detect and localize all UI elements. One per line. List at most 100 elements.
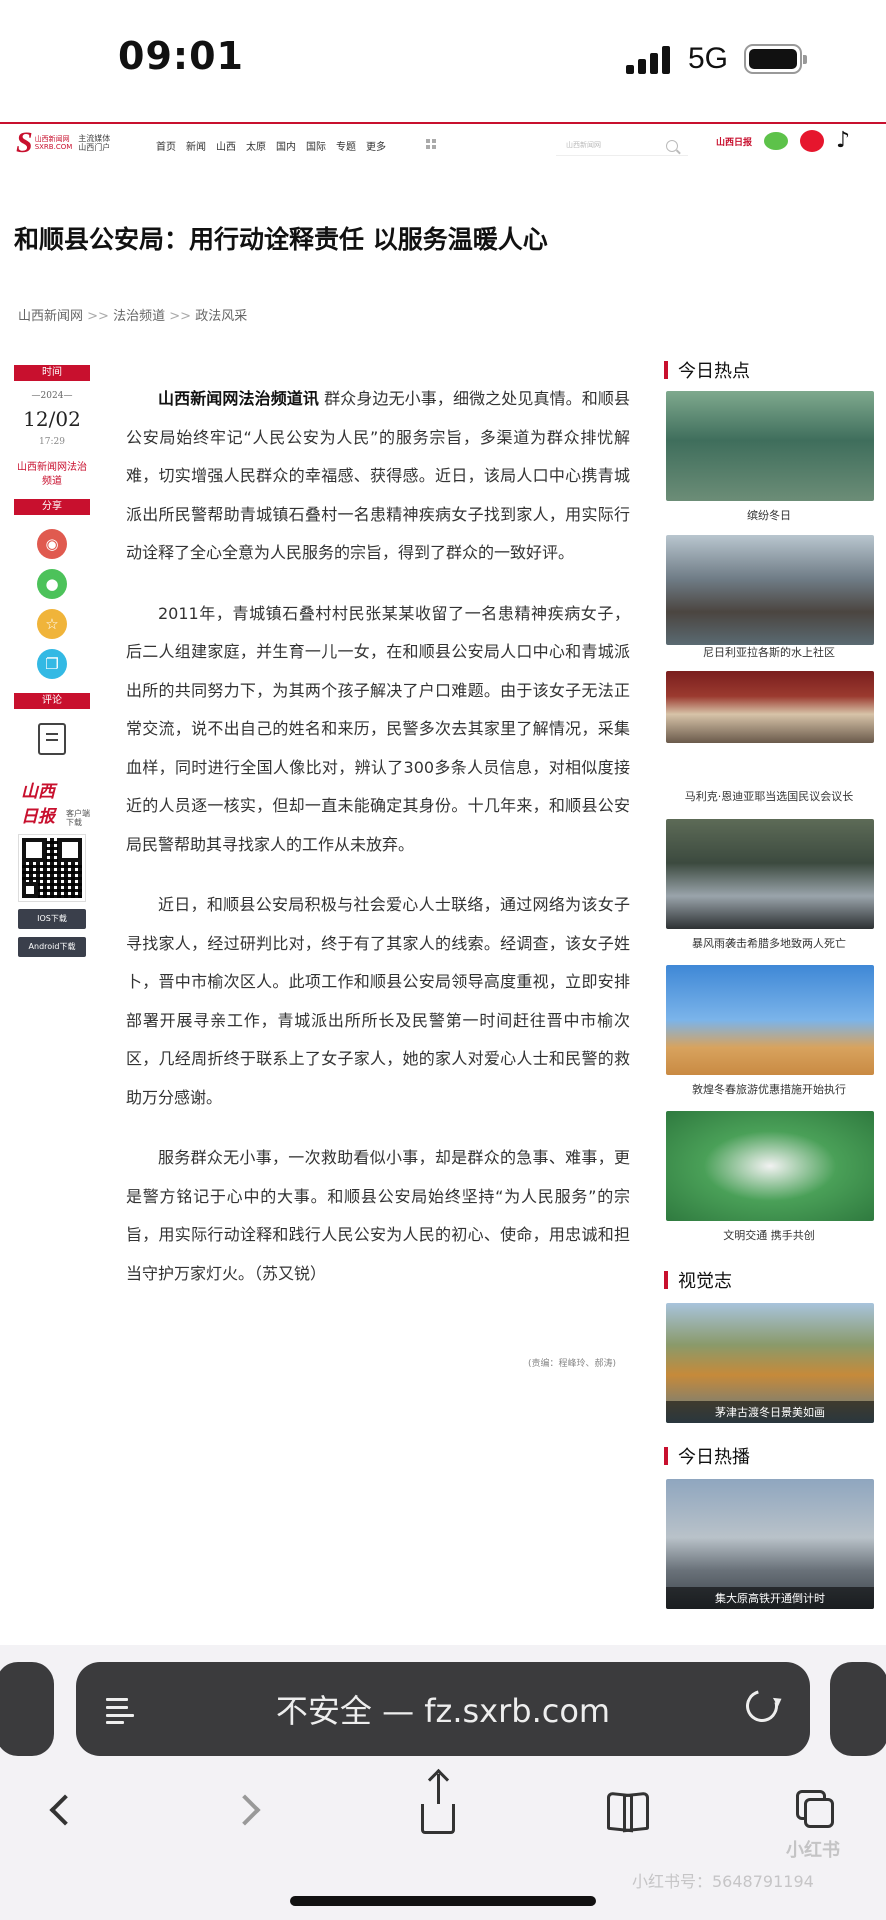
home-indicator[interactable] (290, 1896, 596, 1906)
nav-more[interactable]: 更多 (366, 138, 386, 153)
weibo-icon[interactable] (800, 130, 825, 152)
weibo-share-icon[interactable]: ◉ (37, 529, 67, 559)
nav-home[interactable]: 首页 (156, 138, 176, 153)
favorite-star-icon[interactable]: ☆ (37, 609, 67, 639)
hot-item-caption: 敦煌冬春旅游优惠措施开始执行 (692, 1083, 846, 1096)
android-download-button[interactable]: Android下载 (18, 937, 86, 957)
back-chevron-icon (49, 1794, 81, 1826)
wechat-share-icon[interactable]: ● (37, 569, 67, 599)
publish-date: 12/02 (23, 407, 81, 431)
share-icon (421, 1774, 455, 1834)
copy-link-icon[interactable]: ❐ (37, 649, 67, 679)
article-source[interactable]: 山西新闻网法治频道 (14, 461, 90, 489)
tabs-button[interactable] (786, 1782, 846, 1838)
hot-section-title: 今日热点 (664, 355, 874, 385)
nav-domestic[interactable]: 国内 (276, 138, 296, 153)
site-logo[interactable]: S 山西新闻网 SXRB.COM 主流媒体 山西门户 (16, 126, 111, 159)
app-brand-logo: 山西日报 (21, 782, 55, 827)
back-button[interactable] (30, 1782, 90, 1838)
article-editor: (责编：程峰玲、郝涛) (528, 1359, 617, 1369)
breadcrumb-section[interactable]: 政法风采 (195, 309, 247, 324)
paragraph-text: 群众身边无小事，细微之处见真情。和顺县公安局始终牢记“人民公安为人民”的服务宗旨… (126, 389, 630, 562)
breadcrumb: 山西新闻网 >> 法治频道 >> 政法风采 (18, 305, 247, 324)
hot-item-caption: 暴风雨袭击希腊多地致两人死亡 (692, 937, 846, 950)
hot-item-caption: 文明交通 携手共创 (723, 1229, 815, 1242)
comment-edit-icon[interactable] (38, 723, 66, 755)
article-paragraph: 山西新闻网法治频道讯 群众身边无小事，细微之处见真情。和顺县公安局始终牢记“人民… (126, 380, 630, 573)
watermark-logo: 小红书 (786, 1840, 840, 1861)
article-paragraph: 2011年，青城镇石叠村村民张某某收留了一名患精神疾病女子，后二人组建家庭，并生… (126, 603, 630, 854)
tabs-overview-icon (796, 1790, 836, 1830)
browser-toolbar (0, 1770, 886, 1850)
site-nav: 首页 新闻 山西 太原 国内 国际 专题 更多 (156, 138, 386, 153)
broadcast-item[interactable]: 集大原高铁开通倒计时 (664, 1479, 874, 1609)
article-title: 和顺县公安局：用行动诠释责任 以服务温暖人心 (14, 225, 548, 254)
hot-item[interactable]: 缤纷冬日 (664, 391, 874, 535)
broadcast-item-caption: 集大原高铁开通倒计时 (666, 1587, 874, 1609)
hot-item-image (666, 535, 874, 645)
cellular-signal-icon (626, 46, 670, 74)
bookmarks-button[interactable] (598, 1782, 658, 1838)
hot-item[interactable]: 暴风雨袭击希腊多地致两人死亡 (664, 819, 874, 965)
sidebar: 今日热点 缤纷冬日 尼日利亚拉各斯的水上社区 马利克·恩迪亚耶当选国民议会议长 … (664, 355, 874, 1609)
app-promo-brand: 山西日报 客户端 下载 (14, 777, 90, 827)
article-paragraph: 服务群众无小事，一次救助看似小事，却是群众的急事、难事，更是警方铭记于心中的大事… (126, 1148, 630, 1283)
grid-menu-icon[interactable] (426, 139, 436, 149)
breadcrumb-separator: >> (87, 309, 109, 324)
hot-item-image (666, 391, 874, 501)
status-bar: 09:01 5G (0, 0, 886, 122)
time-label: 时间 (14, 365, 90, 381)
network-type: 5G (688, 42, 729, 75)
hot-item-image (666, 1111, 874, 1221)
forward-chevron-icon (229, 1794, 261, 1826)
hot-item[interactable]: 文明交通 携手共创 (664, 1111, 874, 1265)
nav-shanxi[interactable]: 山西 (216, 138, 236, 153)
hot-item-image (666, 819, 874, 929)
vision-item[interactable]: 茅津古渡冬日景美如画 (664, 1303, 874, 1423)
share-button[interactable] (408, 1774, 468, 1838)
previous-tab-preview[interactable] (0, 1662, 54, 1756)
nav-taiyuan[interactable]: 太原 (246, 138, 266, 153)
broadcast-item-image: 集大原高铁开通倒计时 (666, 1479, 874, 1609)
hot-item-caption: 缤纷冬日 (747, 509, 791, 522)
breadcrumb-site[interactable]: 山西新闻网 (18, 309, 83, 324)
hot-item-caption: 马利克·恩迪亚耶当选国民议会议长 (684, 790, 854, 803)
article-paragraph: 近日，和顺县公安局积极与社会爱心人士联络，通过网络为该女子寻找家人，经过研判比对… (126, 895, 630, 1107)
logo-text: 山西新闻网 SXRB.COM (34, 135, 73, 151)
share-label: 分享 (14, 499, 90, 515)
url-display[interactable]: 不安全 — fz.sxrb.com (76, 1686, 810, 1732)
hot-item[interactable]: 马利克·恩迪亚耶当选国民议会议长 (664, 671, 874, 819)
status-time: 09:01 (118, 34, 244, 78)
logo-mark: S (16, 126, 33, 159)
next-tab-preview[interactable] (830, 1662, 886, 1756)
newspaper-brand-badge[interactable]: 山西日报 (716, 135, 752, 148)
forward-button[interactable] (220, 1782, 280, 1838)
tiktok-icon[interactable]: ♪ (836, 130, 850, 152)
article-body: 山西新闻网法治频道讯 群众身边无小事，细微之处见真情。和顺县公安局始终牢记“人民… (126, 380, 630, 1315)
hot-item[interactable]: 敦煌冬春旅游优惠措施开始执行 (664, 965, 874, 1111)
battery-icon (744, 44, 807, 74)
publish-time: 17:29 (39, 437, 65, 447)
vision-item-caption: 茅津古渡冬日景美如画 (666, 1401, 874, 1423)
hot-item-image (666, 965, 874, 1075)
breadcrumb-channel[interactable]: 法治频道 (113, 309, 165, 324)
app-brand-caption: 客户端 下载 (66, 809, 90, 827)
search-icon[interactable] (666, 140, 678, 152)
hot-item[interactable]: 尼日利亚拉各斯的水上社区 (664, 535, 874, 671)
bookmarks-book-icon (605, 1793, 651, 1827)
article-meta-column: 时间 —2024— 12/02 17:29 山西新闻网法治频道 分享 ◉ ● ☆… (14, 365, 90, 957)
ios-download-button[interactable]: IOS下载 (18, 909, 86, 929)
address-bar[interactable]: 不安全 — fz.sxrb.com (76, 1662, 810, 1756)
logo-slogan: 主流媒体 山西门户 (78, 134, 111, 152)
app-qr-code (18, 834, 86, 902)
nav-news[interactable]: 新闻 (186, 138, 206, 153)
watermark-text: 小红书号：5648791194 (632, 1872, 814, 1891)
breadcrumb-separator: >> (169, 309, 192, 324)
hot-item-caption: 尼日利亚拉各斯的水上社区 (703, 646, 835, 659)
wechat-icon[interactable] (764, 132, 789, 150)
comment-label: 评论 (14, 693, 90, 709)
share-buttons: ◉ ● ☆ ❐ (14, 529, 90, 679)
search-placeholder: 山西新闻网 (566, 141, 601, 149)
nav-topics[interactable]: 专题 (336, 138, 356, 153)
nav-international[interactable]: 国际 (306, 138, 326, 153)
